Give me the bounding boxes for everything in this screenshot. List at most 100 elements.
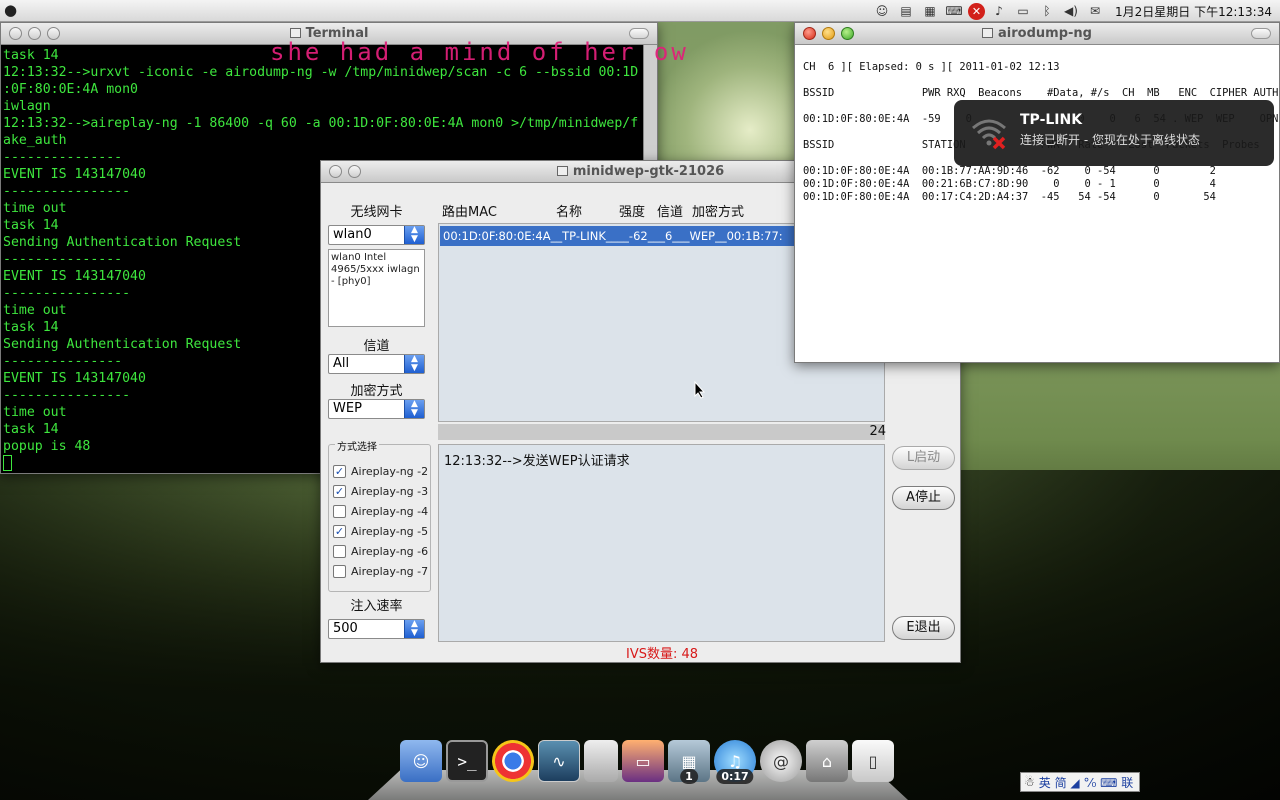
trash-icon[interactable]: ⌂ — [806, 740, 848, 782]
mode-checkbox-4[interactable]: ✓ Aireplay-ng -5 — [333, 525, 428, 538]
finder-icon[interactable]: ☺ — [400, 740, 442, 782]
checkbox-label: Aireplay-ng -6 — [351, 545, 429, 558]
airodump-window: airodump-ng CH 6 ][ Elapsed: 0 s ][ 2011… — [794, 22, 1280, 363]
input-method-bar[interactable]: ☃ 英 简 ◢ °⁄₀ ⌨ 联 — [1020, 772, 1140, 792]
system-monitor-icon[interactable]: ∿ — [538, 740, 580, 782]
mode-group-title: 方式选择 — [335, 438, 379, 453]
mail-app-icon[interactable]: @ — [760, 740, 802, 782]
select-arrows-icon: ▲ ▼ — [404, 355, 424, 373]
stop-button[interactable]: A停止 — [892, 486, 955, 510]
minimize-button[interactable] — [822, 27, 835, 40]
mode-checkbox-5[interactable]: Aireplay-ng -6 — [333, 545, 428, 558]
minimize-button[interactable] — [28, 27, 41, 40]
terminal-icon[interactable]: >_ — [446, 740, 488, 782]
channel-select[interactable]: All ▲ ▼ — [328, 354, 425, 374]
encryption-label: 加密方式 — [350, 384, 403, 399]
maximize-button[interactable] — [841, 27, 854, 40]
checkbox-box[interactable] — [333, 505, 346, 518]
column-header-strength[interactable]: 强度 — [619, 201, 645, 220]
close-button[interactable] — [803, 27, 816, 40]
airodump-title-icon — [982, 28, 994, 38]
wireless-card-select[interactable]: wlan0 ▲ ▼ — [328, 225, 425, 245]
airodump-titlebar[interactable]: airodump-ng — [795, 23, 1279, 45]
progress-number: 24 — [869, 424, 886, 439]
inject-rate-label: 注入速率 — [350, 599, 403, 614]
select-arrows-icon: ▲ ▼ — [404, 400, 424, 418]
photo-badge: 1 — [680, 769, 698, 784]
notes-icon[interactable]: ▤ — [896, 2, 916, 20]
window-title: minidwep-gtk-21026 — [572, 164, 725, 179]
documents-icon[interactable]: ▯ — [852, 740, 894, 782]
close-button[interactable] — [329, 165, 342, 178]
column-header-name[interactable]: 名称 — [556, 201, 582, 220]
system-tray: ☺ ▤ ▦ ⌨ ✕ ♪ ▭ ᛒ ◀) ✉ 1月2日星期日 下午12:13:34 — [872, 0, 1280, 22]
wifi-disconnected-icon — [972, 119, 1006, 150]
photo-viewer-icon[interactable]: ▦ 1 — [668, 740, 710, 784]
start-button[interactable]: L启动 — [892, 446, 955, 470]
column-header-channel[interactable]: 信道 — [657, 201, 683, 220]
wireless-card-label: 无线网卡 — [350, 205, 403, 220]
mail-icon[interactable]: ✉ — [1085, 2, 1105, 20]
terminal-title-icon — [289, 28, 301, 38]
chrome-icon[interactable] — [492, 740, 534, 782]
minidwep-title-icon — [556, 166, 568, 176]
terminal-line: 12:13:32-->urxvt -iconic -e airodump-ng … — [3, 65, 639, 80]
notification-message: 连接已断开 - 您现在处于离线状态 — [1020, 133, 1200, 147]
ivs-count: IVS数量: 48 — [626, 647, 699, 662]
wireless-card-value: wlan0 — [333, 227, 372, 242]
column-header-encryption[interactable]: 加密方式 — [692, 201, 744, 220]
inject-rate-select[interactable]: 500 ▲ ▼ — [328, 619, 425, 639]
terminal-line: iwlagn — [3, 99, 51, 114]
mode-checkbox-3[interactable]: Aireplay-ng -4 — [333, 505, 428, 518]
exit-button[interactable]: E退出 — [892, 616, 955, 640]
mode-checkbox-6[interactable]: Aireplay-ng -7 — [333, 565, 428, 578]
window-toolbar-toggle[interactable] — [1251, 28, 1271, 39]
select-arrows-icon: ▲ ▼ — [404, 226, 424, 244]
log-line: 12:13:32-->发送WEP认证请求 — [444, 454, 630, 469]
encryption-value: WEP — [333, 401, 362, 416]
ime-status-text: 英 简 ◢ °⁄₀ ⌨ 联 — [1038, 775, 1134, 790]
checkbox-box[interactable]: ✓ — [333, 525, 346, 538]
close-button[interactable] — [9, 27, 22, 40]
log-output[interactable]: 12:13:32-->发送WEP认证请求 — [438, 444, 885, 642]
checkbox-box[interactable]: ✓ — [333, 465, 346, 478]
encryption-select[interactable]: WEP ▲ ▼ — [328, 399, 425, 419]
itunes-icon[interactable]: ♫ 0:17 — [714, 740, 756, 784]
channel-value: All — [333, 356, 350, 371]
network-notification[interactable]: TP-LINK 连接已断开 - 您现在处于离线状态 — [954, 100, 1274, 166]
itunes-badge: 0:17 — [716, 769, 754, 784]
airodump-line: BSSID PWR RXQ Beacons #Data, #/s CH MB E… — [803, 87, 1279, 99]
clock[interactable]: 1月2日星期日 下午12:13:34 — [1115, 3, 1272, 20]
card-info-box: wlan0 Intel 4965/5xxx iwlagn - [phy0] — [328, 249, 425, 327]
checkbox-box[interactable] — [333, 565, 346, 578]
progress-bar: 24 — [438, 424, 886, 440]
mode-checkbox-1[interactable]: ✓ Aireplay-ng -2 — [333, 465, 428, 478]
network-error-icon[interactable]: ✕ — [968, 2, 986, 20]
volume-icon[interactable]: ◀) — [1061, 2, 1081, 20]
maximize-button[interactable] — [47, 27, 60, 40]
terminal-line: :0F:80:0E:4A mon0 — [3, 82, 138, 97]
checkbox-label: Aireplay-ng -2 — [351, 465, 429, 478]
music-icon[interactable]: ♪ — [989, 2, 1009, 20]
column-header-mac[interactable]: 路由MAC — [442, 201, 497, 220]
select-arrows-icon: ▲ ▼ — [404, 620, 424, 638]
battery-icon[interactable]: ▭ — [1013, 2, 1033, 20]
notification-title: TP-LINK — [1020, 112, 1083, 128]
checkbox-box[interactable]: ✓ — [333, 485, 346, 498]
airodump-line: 00:1D:0F:80:0E:4A 00:21:6B:C7:8D:90 0 0 … — [803, 178, 1216, 190]
desktop-preview-icon[interactable]: ▭ — [622, 740, 664, 782]
inject-rate-value: 500 — [333, 621, 358, 636]
minimize-button[interactable] — [348, 165, 361, 178]
keyboard-icon[interactable]: ⌨ — [944, 2, 964, 20]
window-title: airodump-ng — [998, 26, 1092, 41]
airodump-output[interactable]: CH 6 ][ Elapsed: 0 s ][ 2011-01-02 12:13… — [795, 45, 1279, 362]
apple-menu-icon[interactable]: ● — [4, 1, 17, 19]
messenger-icon[interactable]: ☺ — [872, 2, 892, 20]
calendar-icon[interactable]: ▦ — [920, 2, 940, 20]
mouse-cursor-icon — [694, 381, 706, 399]
checkbox-label: Aireplay-ng -4 — [351, 505, 429, 518]
checkbox-box[interactable] — [333, 545, 346, 558]
mode-checkbox-2[interactable]: ✓ Aireplay-ng -3 — [333, 485, 428, 498]
checkbox-label: Aireplay-ng -5 — [351, 525, 429, 538]
bluetooth-icon[interactable]: ᛒ — [1037, 2, 1057, 20]
